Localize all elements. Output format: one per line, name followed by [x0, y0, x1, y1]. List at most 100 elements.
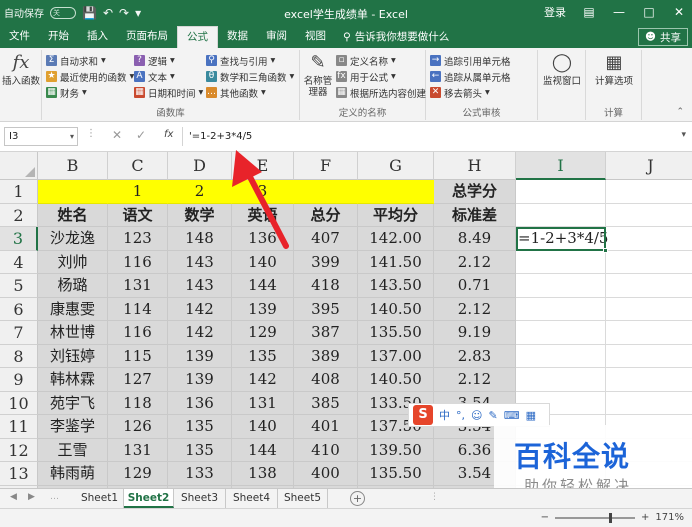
student-sx-cell[interactable]: 143 — [168, 274, 232, 298]
row-header-12[interactable]: 12 — [0, 438, 38, 462]
student-pj-cell[interactable]: 141.50 — [358, 250, 434, 274]
student-yy-cell[interactable]: 140 — [232, 415, 294, 439]
column-header-C[interactable]: C — [108, 152, 168, 180]
share-button[interactable]: ☻ 共享 — [638, 28, 688, 46]
prev-sheet-icon[interactable]: ◀ — [10, 492, 17, 502]
cell-empty[interactable] — [606, 392, 692, 415]
student-name-cell[interactable]: 刘钰婷 — [38, 344, 108, 368]
cell-row1-B[interactable] — [38, 180, 108, 204]
cell-row1-C[interactable]: 1 — [108, 180, 168, 204]
cell-empty[interactable] — [516, 297, 606, 321]
cell-empty[interactable] — [606, 251, 692, 274]
student-yw-cell[interactable]: 131 — [108, 438, 168, 462]
header-cell[interactable]: 平均分 — [358, 203, 434, 227]
cell-row1-D[interactable]: 2 — [168, 180, 232, 204]
student-zf-cell[interactable]: 387 — [294, 321, 358, 345]
cell-row1-G[interactable] — [358, 180, 434, 204]
student-yw-cell[interactable]: 131 — [108, 274, 168, 298]
student-zf-cell[interactable]: 418 — [294, 274, 358, 298]
cell-empty[interactable] — [606, 227, 692, 251]
student-pj-cell[interactable]: 140.50 — [358, 297, 434, 321]
student-yw-cell[interactable]: 114 — [108, 297, 168, 321]
define-name-button[interactable]: ▫ 定义名称 ▾ — [336, 54, 426, 68]
row-header-10[interactable]: 10 — [0, 391, 38, 415]
use-in-formula-button[interactable]: fx 用于公式 ▾ — [336, 70, 426, 84]
student-sx-cell[interactable]: 142 — [168, 297, 232, 321]
cell-empty[interactable] — [606, 321, 692, 345]
student-zf-cell[interactable]: 408 — [294, 368, 358, 392]
header-cell[interactable]: 语文 — [108, 203, 168, 227]
cell-empty[interactable] — [606, 345, 692, 368]
cell-empty[interactable] — [516, 321, 606, 345]
text-button[interactable]: A 文本 ▾ — [134, 70, 203, 84]
column-header-D[interactable]: D — [168, 152, 232, 180]
ime-toolbar[interactable]: S 中 °, ☺ ✎ ⌨ ▦ — [408, 403, 550, 427]
enter-check-icon[interactable]: ✓ — [136, 128, 146, 142]
student-yw-cell[interactable]: 129 — [108, 462, 168, 486]
student-zf-cell[interactable]: 401 — [294, 415, 358, 439]
fill-handle[interactable] — [603, 247, 608, 253]
student-yw-cell[interactable]: 123 — [108, 227, 168, 251]
student-yy-cell[interactable]: 129 — [232, 321, 294, 345]
column-header-J[interactable]: J — [606, 152, 692, 180]
student-name-cell[interactable]: 刘帅 — [38, 250, 108, 274]
cell-empty[interactable] — [606, 368, 692, 392]
tab-insert[interactable]: 插入 — [78, 26, 117, 48]
student-yy-cell[interactable]: 131 — [232, 391, 294, 415]
smiley-icon[interactable]: ☺ — [471, 409, 482, 422]
header-cell[interactable]: 姓名 — [38, 203, 108, 227]
cell-empty[interactable] — [516, 203, 606, 227]
student-yw-cell[interactable]: 127 — [108, 368, 168, 392]
student-pj-cell[interactable]: 139.50 — [358, 438, 434, 462]
cell-empty[interactable] — [516, 250, 606, 274]
student-pj-cell[interactable]: 137.00 — [358, 344, 434, 368]
student-sx-cell[interactable]: 148 — [168, 227, 232, 251]
tell-me-search[interactable]: ⚲ 告诉我你想要做什么 — [335, 26, 457, 48]
trace-precedents-button[interactable]: → 追踪引用单元格 — [430, 54, 511, 68]
student-bz-cell[interactable]: 2.12 — [434, 250, 516, 274]
zoom-slider[interactable] — [555, 512, 636, 523]
student-yy-cell[interactable]: 144 — [232, 274, 294, 298]
student-sx-cell[interactable]: 143 — [168, 250, 232, 274]
expand-formula-bar-icon[interactable]: ▾ — [681, 130, 686, 140]
cell-empty[interactable] — [516, 368, 606, 392]
more-functions-button[interactable]: … 其他函数 ▾ — [206, 86, 294, 100]
insert-function-fx[interactable]: fx — [164, 129, 173, 140]
cell-empty[interactable] — [606, 298, 692, 321]
student-zf-cell[interactable]: 400 — [294, 462, 358, 486]
student-name-cell[interactable]: 王雪 — [38, 438, 108, 462]
add-sheet-icon[interactable]: + — [350, 491, 365, 506]
row-header-1[interactable]: 1 — [0, 180, 38, 204]
header-cell[interactable]: 标准差 — [434, 203, 516, 227]
student-sx-cell[interactable]: 135 — [168, 438, 232, 462]
student-yy-cell[interactable]: 139 — [232, 297, 294, 321]
grid-menu-icon[interactable]: ▦ — [526, 409, 536, 422]
skin-icon[interactable]: ✎ — [488, 409, 497, 422]
tab-view[interactable]: 视图 — [296, 26, 335, 48]
student-bz-cell[interactable]: 2.12 — [434, 368, 516, 392]
calc-options-button[interactable]: ▦ 计算选项 — [588, 52, 640, 87]
sheet-tab-2[interactable]: Sheet2 — [124, 489, 174, 508]
zoom-out-icon[interactable]: − — [541, 512, 549, 523]
student-name-cell[interactable]: 康惠雯 — [38, 297, 108, 321]
student-sx-cell[interactable]: 135 — [168, 415, 232, 439]
student-sx-cell[interactable]: 139 — [168, 368, 232, 392]
row-header-6[interactable]: 6 — [0, 297, 38, 321]
financial-button[interactable]: ▦ 财务 ▾ — [46, 86, 134, 100]
sheet-tab-5[interactable]: Sheet5 — [278, 489, 328, 508]
ime-punct[interactable]: °, — [456, 409, 465, 422]
tab-review[interactable]: 审阅 — [257, 26, 296, 48]
row-header-4[interactable]: 4 — [0, 250, 38, 274]
student-yy-cell[interactable]: 136 — [232, 227, 294, 251]
student-zf-cell[interactable]: 385 — [294, 391, 358, 415]
zoom-thumb[interactable] — [609, 512, 613, 523]
ribbon-display-icon[interactable]: ▤ — [582, 5, 596, 19]
row-header-9[interactable]: 9 — [0, 368, 38, 392]
next-sheet-icon[interactable]: ▶ — [28, 492, 35, 502]
cell-empty[interactable] — [516, 344, 606, 368]
column-header-B[interactable]: B — [38, 152, 108, 180]
recent-functions-button[interactable]: ★ 最近使用的函数 ▾ — [46, 70, 134, 84]
name-manager-button[interactable]: ✎ 名称管理器 — [302, 52, 334, 98]
chevron-down-icon[interactable]: ▾ — [70, 128, 74, 145]
student-yy-cell[interactable]: 144 — [232, 438, 294, 462]
